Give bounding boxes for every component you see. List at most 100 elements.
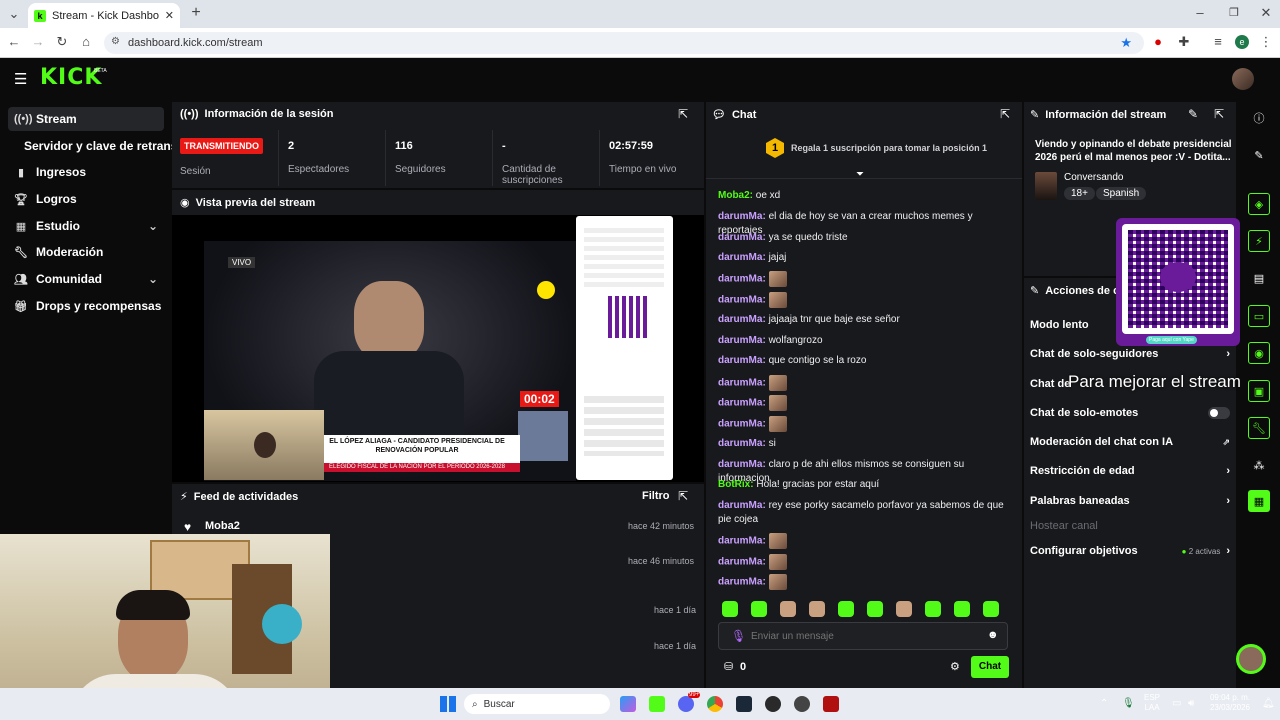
sidebar-item-ingresos[interactable]: ▮ Ingresos	[8, 160, 164, 184]
followers-only-row[interactable]: Chat de solo-seguidores ›	[1030, 348, 1230, 360]
back-icon[interactable]: ←	[6, 35, 22, 49]
chat-username[interactable]: darumMa:	[718, 398, 766, 409]
goals-row[interactable]: Configurar objetivos ● 2 activas ›	[1030, 545, 1230, 557]
popout-icon[interactable]: ⇱	[678, 107, 688, 121]
chat-username[interactable]: darumMa:	[718, 274, 766, 285]
chat-username[interactable]: darumMa:	[718, 355, 766, 366]
emote-icon[interactable]	[751, 601, 767, 617]
extension-icon[interactable]: ●	[1150, 35, 1166, 49]
chat-message-field[interactable]	[751, 628, 971, 644]
clip-icon[interactable]: ◈	[1248, 193, 1270, 215]
forward-icon[interactable]: →	[30, 35, 46, 49]
chat-username[interactable]: darumMa:	[718, 314, 766, 325]
emote-icon[interactable]	[809, 601, 825, 617]
share-icon[interactable]: ⁂	[1248, 454, 1270, 476]
emote-icon[interactable]	[867, 601, 883, 617]
emote-icon[interactable]	[954, 601, 970, 617]
popout-icon[interactable]: ⇱	[678, 489, 688, 503]
media-control-icon[interactable]: ≡	[1210, 35, 1226, 49]
network-icon[interactable]: ▭	[1172, 698, 1181, 709]
chat-username[interactable]: darumMa:	[718, 335, 766, 346]
discord-icon[interactable]	[678, 696, 694, 712]
chat-username[interactable]: darumMa:	[718, 211, 766, 222]
chat-username[interactable]: darumMa:	[718, 557, 766, 568]
emoji-icon[interactable]: ☻	[987, 629, 999, 641]
obs-icon[interactable]	[794, 696, 810, 712]
emote-icon[interactable]	[722, 601, 738, 617]
emote-icon[interactable]	[838, 601, 854, 617]
site-info-icon[interactable]: ⚙	[111, 36, 120, 47]
tab-search-icon[interactable]: ⌄	[6, 7, 22, 21]
subs-only-row[interactable]: Chat de solo-suscriptores	[1030, 378, 1070, 390]
age-restriction-row[interactable]: Restricción de edad ›	[1030, 465, 1230, 477]
sidebar-item-comunidad[interactable]: 👥︎ Comunidad ⌄	[8, 267, 164, 291]
chat-username[interactable]: darumMa:	[718, 577, 766, 588]
user-avatar[interactable]	[1232, 68, 1254, 90]
app-icon[interactable]: ▦	[1248, 490, 1270, 512]
sidebar-item-logros[interactable]: 🏆︎ Logros	[8, 187, 164, 211]
popout-icon[interactable]: ⇱	[1214, 107, 1224, 121]
chat-username[interactable]: darumMa:	[718, 459, 766, 470]
close-tab-icon[interactable]: ✕	[165, 9, 174, 22]
points-icon[interactable]: ⛁	[724, 660, 733, 673]
chat-settings-icon[interactable]: ⚙	[950, 660, 960, 673]
tray-chevron-icon[interactable]: ⌃	[1100, 698, 1108, 709]
steam-icon[interactable]	[736, 696, 752, 712]
chat-username[interactable]: darumMa:	[718, 295, 766, 306]
feed-user[interactable]: Moba2	[205, 520, 240, 532]
hamburger-menu-icon[interactable]: ☰	[14, 70, 27, 88]
emotes-only-row[interactable]: Chat de solo-emotes	[1030, 407, 1230, 419]
popout-icon[interactable]: ⇱	[1000, 107, 1010, 121]
chat-username[interactable]: darumMa:	[718, 419, 766, 430]
stream-video[interactable]: VIVO 00:02 EL LÓPEZ ALIAGA - CANDIDATO P…	[172, 215, 704, 482]
chat-username[interactable]: darumMa:	[718, 378, 766, 389]
filter-button[interactable]: Filtro	[642, 490, 670, 502]
language-indicator[interactable]: ESP LAA	[1144, 693, 1160, 713]
windows-start-icon[interactable]	[440, 696, 456, 712]
reload-icon[interactable]: ↻	[54, 35, 70, 49]
sidebar-item-drops[interactable]: 🎁︎ Drops y recompensas	[8, 294, 164, 318]
chat-username[interactable]: darumMa:	[718, 232, 766, 243]
profile-icon[interactable]: e	[1235, 35, 1249, 49]
gift-sub-prompt[interactable]: Regala 1 suscripción para tomar la posic…	[791, 143, 987, 153]
volume-icon[interactable]: 🔊︎	[1188, 698, 1194, 709]
microphone-icon[interactable]: 🎙︎	[1122, 698, 1135, 709]
chat-username[interactable]: darumMa:	[718, 438, 766, 449]
notifications-icon[interactable]: 🔔︎	[1262, 698, 1275, 709]
app-icon[interactable]	[765, 696, 781, 712]
bolt-icon[interactable]: ⚡︎	[1248, 230, 1270, 252]
kick-app-icon[interactable]	[649, 696, 665, 712]
copilot-icon[interactable]	[620, 696, 636, 712]
close-window-icon[interactable]: ✕	[1258, 6, 1274, 20]
wrench-icon[interactable]: 🔧︎	[1248, 417, 1270, 439]
extensions-puzzle-icon[interactable]: ✚	[1176, 35, 1192, 49]
emote-icon[interactable]	[896, 601, 912, 617]
browser-tab[interactable]: k Stream - Kick Dashboard ✕	[28, 3, 180, 28]
menu-kebab-icon[interactable]: ⋮	[1258, 35, 1274, 49]
host-channel-row[interactable]: Hostear canal	[1030, 520, 1230, 532]
send-chat-button[interactable]: Chat	[971, 656, 1009, 678]
chat-username[interactable]: darumMa:	[718, 500, 766, 511]
category-name[interactable]: Conversando	[1064, 172, 1123, 183]
slow-mode-row[interactable]: Modo lento	[1030, 319, 1120, 331]
taskbar-search[interactable]: ⌕ Buscar	[464, 694, 610, 714]
chat-username[interactable]: Moba2:	[718, 190, 753, 201]
bookmark-star-icon[interactable]: ★	[1120, 35, 1132, 51]
chrome-icon[interactable]	[707, 696, 723, 712]
layout-icon[interactable]: ▣	[1248, 380, 1270, 402]
pencil-icon[interactable]: ✎	[1248, 144, 1270, 166]
chat-username[interactable]: darumMa:	[718, 252, 766, 263]
home-icon[interactable]: ⌂	[78, 35, 94, 49]
new-tab-icon[interactable]: +	[188, 5, 204, 21]
floating-avatar-button[interactable]	[1236, 644, 1266, 674]
sidebar-item-stream[interactable]: ((•)) Stream	[8, 107, 164, 131]
game-icon[interactable]	[823, 696, 839, 712]
sidebar-item-server-key[interactable]: Servidor y clave de retransm	[18, 134, 178, 158]
sidebar-item-moderacion[interactable]: 🔧︎ Moderación	[8, 240, 164, 264]
ai-moderation-row[interactable]: Moderación del chat con IA ⇗	[1030, 436, 1230, 448]
chat-input[interactable]: 🎙︎ ☻	[718, 622, 1008, 650]
minimize-icon[interactable]: –	[1192, 6, 1208, 20]
chat-username[interactable]: BotRix:	[718, 479, 754, 490]
document-icon[interactable]: ▤	[1248, 267, 1270, 289]
address-bar[interactable]: ⚙ dashboard.kick.com/stream ★	[104, 32, 1144, 54]
